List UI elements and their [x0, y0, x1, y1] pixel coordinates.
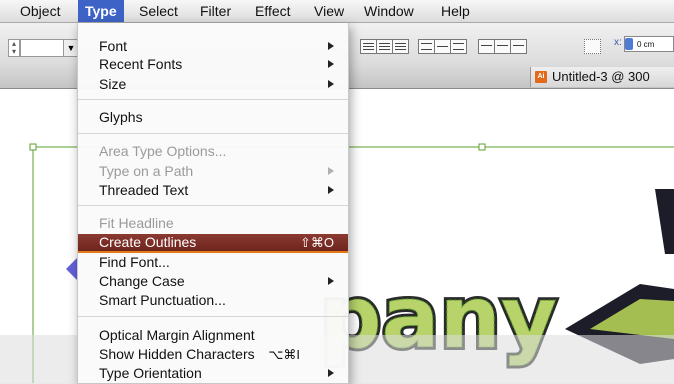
distribute-right-button[interactable] — [510, 39, 527, 54]
menu-separator — [78, 99, 348, 100]
document-tab[interactable]: Ai Untitled-3 @ 300 — [530, 67, 674, 87]
menu-item-recent-fonts[interactable]: Recent Fonts — [78, 56, 348, 73]
menu-item-label: Threaded Text — [99, 182, 189, 198]
menu-item-type-on-a-path: Type on a Path — [78, 163, 348, 180]
menu-bar: Object Type Select Filter Effect View Wi… — [0, 0, 674, 23]
menu-window[interactable]: Window — [357, 0, 421, 22]
selection-handle-tl — [29, 143, 37, 151]
menu-item-shortcut: ⇧⌘O — [299, 235, 334, 250]
menu-item-label: Recent Fonts — [99, 56, 183, 72]
menu-item-label: Change Case — [99, 273, 185, 289]
menu-item-find-font[interactable]: Find Font... — [78, 254, 348, 271]
menu-item-size[interactable]: Size — [78, 76, 348, 93]
submenu-arrow-icon — [328, 186, 334, 194]
menu-item-shortcut: ⌥⌘I — [268, 347, 300, 362]
menu-separator — [78, 316, 348, 317]
align-right-button[interactable] — [392, 39, 409, 54]
submenu-arrow-icon — [328, 60, 334, 68]
x-stepper[interactable] — [625, 38, 633, 50]
font-size-field[interactable] — [20, 39, 64, 57]
menu-item-fit-headline: Fit Headline — [78, 215, 348, 232]
distribute-center-button[interactable] — [434, 39, 451, 54]
distribute-top-button[interactable] — [418, 39, 435, 54]
selection-handle-tm — [478, 143, 486, 151]
menu-view[interactable]: View — [307, 0, 351, 22]
menu-item-label: Create Outlines — [99, 234, 197, 250]
menu-item-label: Show Hidden Characters — [99, 346, 255, 362]
menu-item-label: Smart Punctuation... — [99, 292, 226, 308]
menu-type[interactable]: Type — [78, 0, 124, 22]
menu-item-label: Area Type Options... — [99, 143, 227, 159]
size-stepper[interactable]: ▴ ▾ — [8, 39, 20, 57]
submenu-arrow-icon — [328, 167, 334, 175]
menu-item-area-type-options: Area Type Options... — [78, 143, 348, 160]
menu-item-label: Type on a Path — [99, 163, 194, 179]
distribute-bottom-button[interactable] — [450, 39, 467, 54]
menu-item-type-orientation[interactable]: Type Orientation — [78, 365, 348, 382]
distribute-left-button[interactable] — [478, 39, 495, 54]
menu-separator — [78, 205, 348, 206]
menu-item-show-hidden-characters[interactable]: Show Hidden Characters ⌥⌘I — [78, 346, 348, 363]
submenu-arrow-icon — [328, 277, 334, 285]
menu-item-create-outlines[interactable]: Create Outlines ⇧⌘O — [78, 234, 348, 253]
align-left-button[interactable] — [360, 39, 377, 54]
menu-item-glyphs[interactable]: Glyphs — [78, 109, 348, 126]
submenu-arrow-icon — [328, 80, 334, 88]
type-menu: Font Recent Fonts Size Glyphs Area Type … — [77, 23, 349, 384]
menu-object[interactable]: Object — [13, 0, 67, 22]
menu-item-label: Find Font... — [99, 254, 170, 270]
menu-item-label: Fit Headline — [99, 215, 174, 231]
menu-filter[interactable]: Filter — [193, 0, 238, 22]
align-center-button[interactable] — [376, 39, 393, 54]
menu-help[interactable]: Help — [434, 0, 477, 22]
menu-separator — [78, 133, 348, 134]
menu-item-label: Type Orientation — [99, 365, 202, 381]
submenu-arrow-icon — [328, 369, 334, 377]
menu-effect[interactable]: Effect — [248, 0, 298, 22]
menu-item-change-case[interactable]: Change Case — [78, 273, 348, 290]
reference-point-icon[interactable] — [584, 39, 601, 54]
menu-item-optical-margin-alignment[interactable]: Optical Margin Alignment — [78, 327, 348, 344]
menu-select[interactable]: Select — [132, 0, 185, 22]
submenu-arrow-icon — [328, 42, 334, 50]
menu-item-font[interactable]: Font — [78, 38, 348, 55]
dark-spike — [655, 189, 674, 254]
menu-item-smart-punctuation[interactable]: Smart Punctuation... — [78, 292, 348, 309]
document-title: Untitled-3 @ 300 — [552, 69, 650, 84]
menu-item-label: Size — [99, 76, 127, 92]
distribute-hcenter-button[interactable] — [494, 39, 511, 54]
illustrator-file-icon: Ai — [535, 71, 547, 83]
menu-item-label: Font — [99, 38, 128, 54]
menu-item-label: Glyphs — [99, 109, 143, 125]
menu-item-threaded-text[interactable]: Threaded Text — [78, 182, 348, 199]
menu-item-label: Optical Margin Alignment — [99, 327, 255, 343]
x-label: x: — [614, 37, 622, 48]
